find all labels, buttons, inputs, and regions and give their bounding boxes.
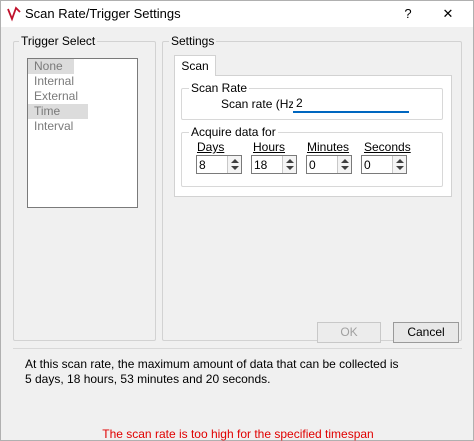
app-logo-icon — [7, 6, 21, 22]
window-title: Scan Rate/Trigger Settings — [25, 6, 181, 21]
spin-down-icon[interactable] — [231, 166, 239, 170]
seconds-label: Seconds — [364, 140, 411, 154]
spin-down-icon[interactable] — [396, 166, 404, 170]
spin-down-icon[interactable] — [286, 166, 294, 170]
minutes-stepper[interactable]: 0 — [306, 155, 352, 174]
title-bar: Scan Rate/Trigger Settings ? ✕ — [1, 1, 473, 27]
minutes-label: Minutes — [307, 140, 350, 154]
settings-label: Settings — [169, 34, 217, 48]
hours-spin-arrows[interactable] — [282, 156, 296, 173]
hours-label: Hours — [253, 140, 286, 154]
seconds-value: 0 — [364, 158, 371, 172]
scan-rate-group-label: Scan Rate — [189, 81, 250, 95]
scan-rate-input[interactable] — [293, 95, 409, 113]
info-line-1: At this scan rate, the maximum amount of… — [25, 357, 399, 371]
seconds-spin-arrows[interactable] — [392, 156, 406, 173]
spin-up-icon[interactable] — [396, 159, 404, 163]
days-stepper[interactable]: 8 — [196, 155, 242, 174]
minutes-value: 0 — [309, 158, 316, 172]
days-spin-arrows[interactable] — [227, 156, 241, 173]
dialog-window: Scan Rate/Trigger Settings ? ✕ Trigger S… — [0, 0, 474, 441]
error-message: The scan rate is too high for the specif… — [102, 427, 374, 441]
minutes-spin-arrows[interactable] — [337, 156, 351, 173]
trigger-listbox[interactable]: None Internal External Time Interval — [27, 58, 138, 208]
acquire-group-label: Acquire data for — [189, 125, 278, 139]
days-value: 8 — [199, 158, 206, 172]
info-message: At this scan rate, the maximum amount of… — [25, 357, 445, 387]
help-button[interactable]: ? — [396, 3, 420, 25]
hours-value: 18 — [254, 158, 268, 172]
spin-up-icon[interactable] — [286, 159, 294, 163]
spin-up-icon[interactable] — [231, 159, 239, 163]
tab-scan[interactable]: Scan — [174, 55, 216, 76]
hours-stepper[interactable]: 18 — [251, 155, 297, 174]
trigger-select-label: Trigger Select — [19, 34, 98, 48]
trigger-item-internal[interactable]: Internal — [28, 74, 137, 89]
spin-up-icon[interactable] — [341, 159, 349, 163]
trigger-item-external[interactable]: External — [28, 89, 137, 104]
close-button[interactable]: ✕ — [431, 3, 465, 25]
cancel-button[interactable]: Cancel — [393, 322, 459, 343]
seconds-stepper[interactable]: 0 — [361, 155, 407, 174]
trigger-item-time-interval[interactable]: Time Interval — [28, 104, 88, 133]
info-line-2: 5 days, 18 hours, 53 minutes and 20 seco… — [25, 372, 271, 386]
scan-rate-field-label: Scan rate (Hz) — [221, 97, 299, 111]
ok-button[interactable]: OK — [317, 322, 381, 343]
days-label: Days — [197, 140, 225, 154]
trigger-item-none[interactable]: None — [28, 59, 74, 74]
spin-down-icon[interactable] — [341, 166, 349, 170]
